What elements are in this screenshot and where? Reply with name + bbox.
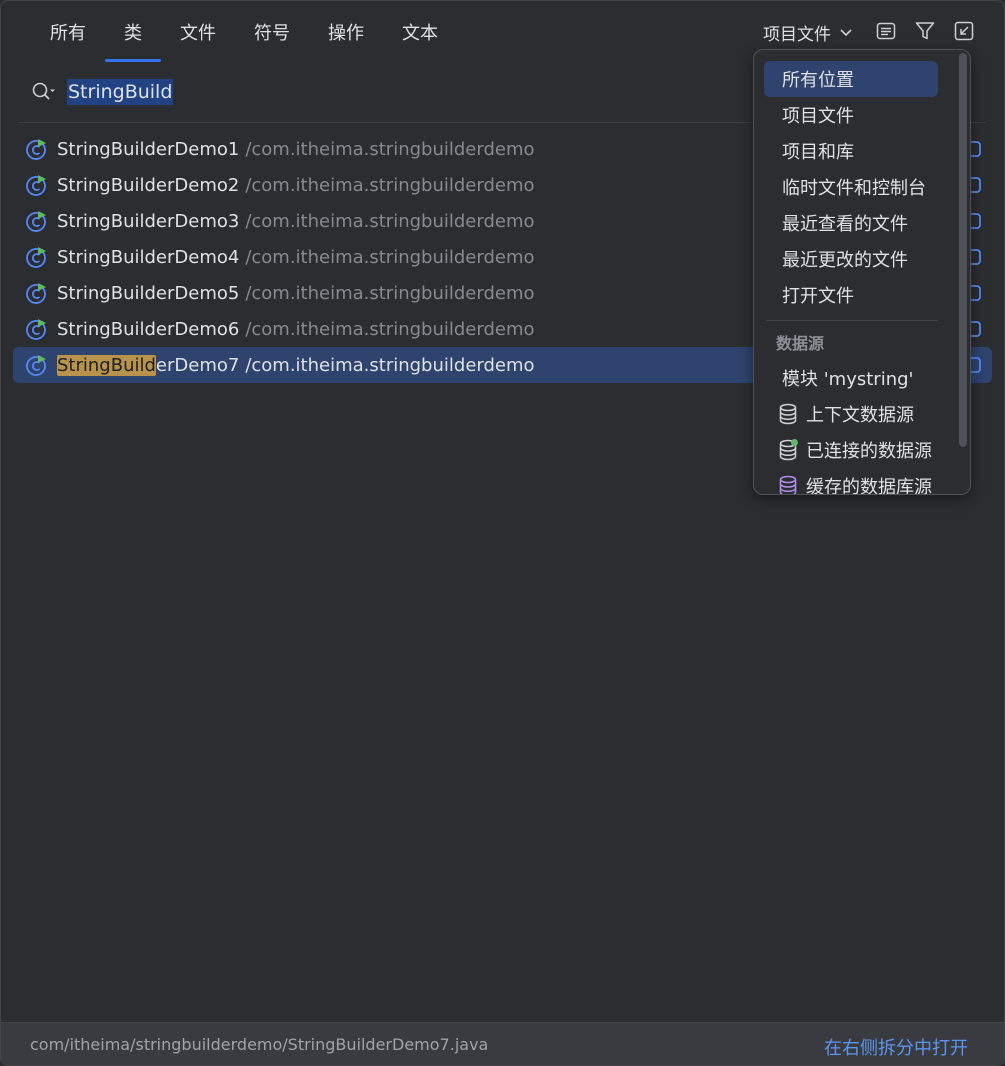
- scope-option-module[interactable]: 模块 'mystring': [764, 360, 938, 396]
- tab-label: 文件: [180, 22, 216, 44]
- result-path: /com.itheima.stringbuilderdemo: [245, 174, 535, 196]
- scope-option-label: 临时文件和控制台: [782, 178, 926, 199]
- scope-option-scratches-consoles[interactable]: 临时文件和控制台: [764, 169, 938, 205]
- result-name: StringBuilderDemo3: [57, 210, 240, 232]
- scope-option-all-places[interactable]: 所有位置: [764, 61, 938, 97]
- tab-symbols[interactable]: 符号: [235, 1, 309, 62]
- tab-label: 文本: [402, 22, 438, 44]
- tab-label: 类: [124, 22, 142, 44]
- scope-option-project-and-libraries[interactable]: 项目和库: [764, 133, 938, 169]
- class-icon: [26, 247, 46, 268]
- scope-selector[interactable]: 项目文件: [763, 19, 853, 45]
- scope-option-open-files[interactable]: 打开文件: [764, 277, 938, 313]
- scope-option-label: 项目和库: [782, 142, 854, 163]
- scrollbar-thumb[interactable]: [959, 53, 967, 447]
- collapse-icon[interactable]: [952, 19, 976, 43]
- tab-files[interactable]: 文件: [161, 1, 235, 62]
- open-in-right-split-link[interactable]: 在右侧拆分中打开: [824, 1034, 968, 1060]
- class-icon: [26, 211, 46, 232]
- class-icon: [26, 175, 46, 196]
- scope-option-project-files[interactable]: 项目文件: [764, 97, 938, 133]
- class-icon: [26, 319, 46, 340]
- file-path: com/itheima/stringbuilderdemo/StringBuil…: [30, 1035, 489, 1054]
- tab-label: 所有: [50, 22, 86, 44]
- tab-all[interactable]: 所有: [31, 1, 105, 62]
- tab-actions[interactable]: 操作: [309, 1, 383, 62]
- tab-label: 符号: [254, 22, 290, 44]
- chevron-down-icon: [840, 29, 852, 37]
- result-name: StringBuilderDemo7: [57, 354, 240, 376]
- preview-icon[interactable]: [874, 19, 898, 43]
- class-icon: [26, 283, 46, 304]
- search-icon[interactable]: [31, 81, 57, 103]
- result-path: /com.itheima.stringbuilderdemo: [245, 354, 535, 376]
- divider: [766, 320, 938, 321]
- result-name-rest: erDemo7: [155, 354, 240, 376]
- result-name: StringBuilderDemo6: [57, 318, 240, 340]
- result-path: /com.itheima.stringbuilderdemo: [245, 246, 535, 268]
- scope-label: 项目文件: [763, 24, 831, 45]
- scope-option-label: 打开文件: [782, 286, 854, 307]
- scope-option-label: 缓存的数据库源: [806, 477, 932, 495]
- result-path: /com.itheima.stringbuilderdemo: [245, 138, 535, 160]
- scope-option-label: 项目文件: [782, 106, 854, 127]
- search-input[interactable]: StringBuild: [67, 79, 174, 105]
- database-cached-icon: [779, 475, 797, 494]
- scope-option-recently-changed[interactable]: 最近更改的文件: [764, 241, 938, 277]
- result-path: /com.itheima.stringbuilderdemo: [245, 210, 535, 232]
- scope-option-label: 已连接的数据源: [806, 441, 932, 462]
- result-name: StringBuilderDemo1: [57, 138, 240, 160]
- search-everywhere-popup: 所有 类 文件 符号 操作 文本 项目文件 StringBuild String…: [0, 0, 1005, 1066]
- scope-option-connected-datasource[interactable]: 已连接的数据源: [764, 432, 938, 468]
- scope-option-context-datasource[interactable]: 上下文数据源: [764, 396, 938, 432]
- tab-text[interactable]: 文本: [383, 1, 457, 62]
- tab-bar: 所有 类 文件 符号 操作 文本: [31, 1, 457, 62]
- scope-option-recently-viewed[interactable]: 最近查看的文件: [764, 205, 938, 241]
- tab-classes[interactable]: 类: [105, 1, 161, 62]
- class-icon: [26, 355, 46, 376]
- scope-dropdown: 所有位置 项目文件 项目和库 临时文件和控制台 最近查看的文件 最近更改的文件 …: [753, 49, 971, 495]
- class-icon: [26, 139, 46, 160]
- group-header: 数据源: [776, 334, 825, 353]
- database-icon: [779, 403, 797, 425]
- status-bar: com/itheima/stringbuilderdemo/StringBuil…: [1, 1022, 1004, 1065]
- result-path: /com.itheima.stringbuilderdemo: [245, 282, 535, 304]
- result-name: StringBuilderDemo4: [57, 246, 240, 268]
- filter-icon[interactable]: [913, 19, 937, 43]
- database-connected-icon: [779, 439, 798, 461]
- scope-option-cached-datasource[interactable]: 缓存的数据库源: [764, 468, 938, 495]
- tab-label: 操作: [328, 22, 364, 44]
- scope-option-label: 最近更改的文件: [782, 250, 908, 271]
- scope-option-label: 最近查看的文件: [782, 214, 908, 235]
- scope-option-label: 模块 'mystring': [782, 369, 914, 390]
- scope-option-label: 所有位置: [782, 70, 854, 91]
- result-name: StringBuilderDemo5: [57, 282, 240, 304]
- result-path: /com.itheima.stringbuilderdemo: [245, 318, 535, 340]
- result-name: StringBuilderDemo2: [57, 174, 240, 196]
- match-highlight: StringBuild: [57, 354, 156, 376]
- scope-option-label: 上下文数据源: [806, 405, 914, 426]
